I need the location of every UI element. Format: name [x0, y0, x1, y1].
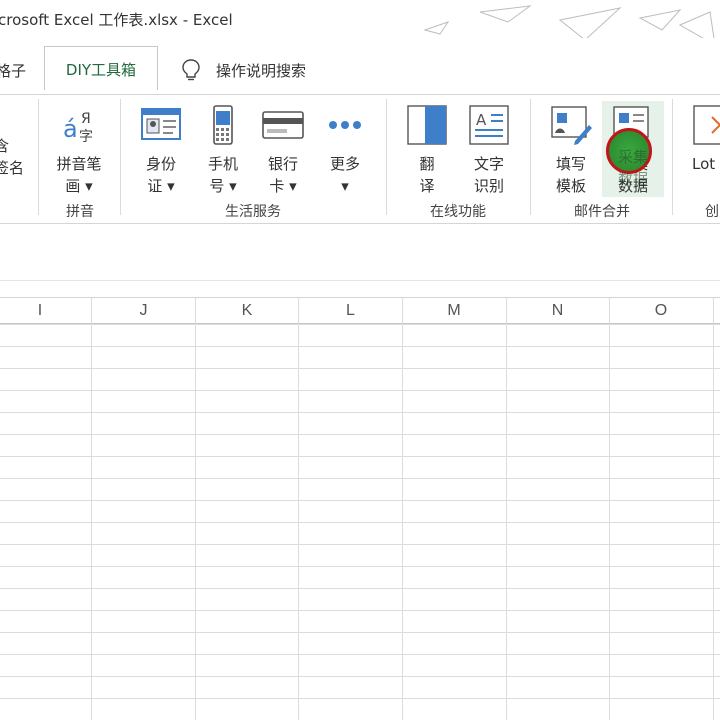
ribbon-partial-left-line2: 签名	[0, 159, 25, 177]
column-divider	[713, 298, 714, 720]
translate-button[interactable]: 翻 译	[396, 101, 458, 197]
column-divider	[506, 298, 507, 720]
bank-card-icon	[262, 111, 304, 139]
bank-card-button[interactable]: 银行 卡 ▾	[252, 101, 314, 197]
formula-bar-divider	[0, 280, 720, 281]
more-label: 更多 ▾	[329, 155, 360, 195]
column-divider	[609, 298, 610, 720]
pinyin-stroke-label: 拼音笔 画 ▾	[56, 155, 102, 195]
click-highlight-marker	[606, 128, 652, 174]
text-recognition-button[interactable]: A 文字 识别	[458, 101, 520, 197]
group-label-create: 创	[705, 204, 719, 220]
phone-number-label: 手机 号 ▾	[207, 155, 238, 195]
column-divider	[402, 298, 403, 720]
column-header-l[interactable]: L	[299, 298, 402, 324]
id-card-icon	[141, 108, 181, 140]
phone-number-button[interactable]: 手机 号 ▾	[192, 101, 254, 197]
id-card-label: 身份 证 ▾	[145, 155, 176, 195]
column-headers: I J K L M N O	[0, 298, 720, 324]
group-label-pinyin: 拼音	[66, 204, 94, 220]
group-separator	[530, 99, 531, 215]
window-title: crosoft Excel 工作表.xlsx - Excel	[0, 11, 233, 29]
group-separator	[120, 99, 121, 215]
column-header-n[interactable]: N	[506, 298, 609, 324]
lottery-button[interactable]: Lot	[684, 101, 720, 197]
column-divider	[298, 298, 299, 720]
ribbon-partial-left[interactable]: 含 签名	[0, 135, 24, 179]
id-card-button[interactable]: 身份 证 ▾	[130, 101, 192, 197]
group-separator	[38, 99, 39, 215]
column-header-k[interactable]: K	[195, 298, 299, 324]
bank-card-label: 银行 卡 ▾	[267, 155, 298, 195]
svg-text:字: 字	[79, 129, 93, 145]
svg-text:á: á	[63, 115, 78, 143]
group-separator	[386, 99, 387, 215]
column-divider	[91, 298, 92, 720]
tell-me-search-label: 操作说明搜索	[216, 61, 307, 80]
title-bar: crosoft Excel 工作表.xlsx - Excel	[0, 0, 720, 38]
formula-bar-area[interactable]	[0, 224, 720, 298]
ocr-icon: A	[469, 105, 509, 145]
column-header-o[interactable]: O	[609, 298, 713, 324]
column-divider	[195, 298, 196, 720]
pinyin-icon: á Я 字	[63, 111, 93, 145]
tab-diy-toolbox-label: DIY工具箱	[65, 61, 137, 79]
text-recognition-label: 文字 识别	[473, 155, 504, 195]
group-label-mail-merge: 邮件合并	[574, 204, 630, 220]
ribbon-tabs: 格子 DIY工具箱 操作说明搜索	[0, 38, 720, 94]
column-header-m[interactable]: M	[402, 298, 506, 324]
fill-template-button[interactable]: 填写 模板	[540, 101, 602, 197]
phone-icon	[213, 105, 233, 145]
column-header-i[interactable]: I	[0, 298, 92, 324]
decorative-paper-planes-icon	[423, 5, 715, 38]
translate-icon	[407, 105, 447, 145]
lottery-icon	[693, 105, 720, 145]
ribbon-partial-left-line1: 含	[0, 137, 10, 155]
more-button[interactable]: 更多 ▾	[314, 101, 376, 197]
group-label-life-services: 生活服务	[225, 204, 281, 220]
fill-template-label: 填写 模板	[555, 155, 586, 195]
more-icon	[329, 121, 361, 129]
tab-partial-left[interactable]: 格子	[0, 60, 26, 81]
fill-template-icon	[551, 106, 592, 145]
translate-label: 翻 译	[419, 155, 435, 195]
lightbulb-icon	[182, 59, 200, 81]
lottery-label: Lot	[692, 155, 716, 173]
tab-diy-toolbox[interactable]: DIY工具箱	[44, 46, 158, 90]
column-header-j[interactable]: J	[92, 298, 195, 324]
pinyin-stroke-button[interactable]: á Я 字 拼音笔 画 ▾	[48, 101, 110, 197]
cell-grid[interactable]	[0, 324, 720, 720]
group-separator	[672, 99, 673, 215]
group-label-online: 在线功能	[430, 204, 486, 220]
svg-text:Я: Я	[81, 111, 91, 127]
tell-me-search[interactable]: 操作说明搜索	[180, 58, 306, 82]
svg-text:A: A	[476, 111, 487, 129]
